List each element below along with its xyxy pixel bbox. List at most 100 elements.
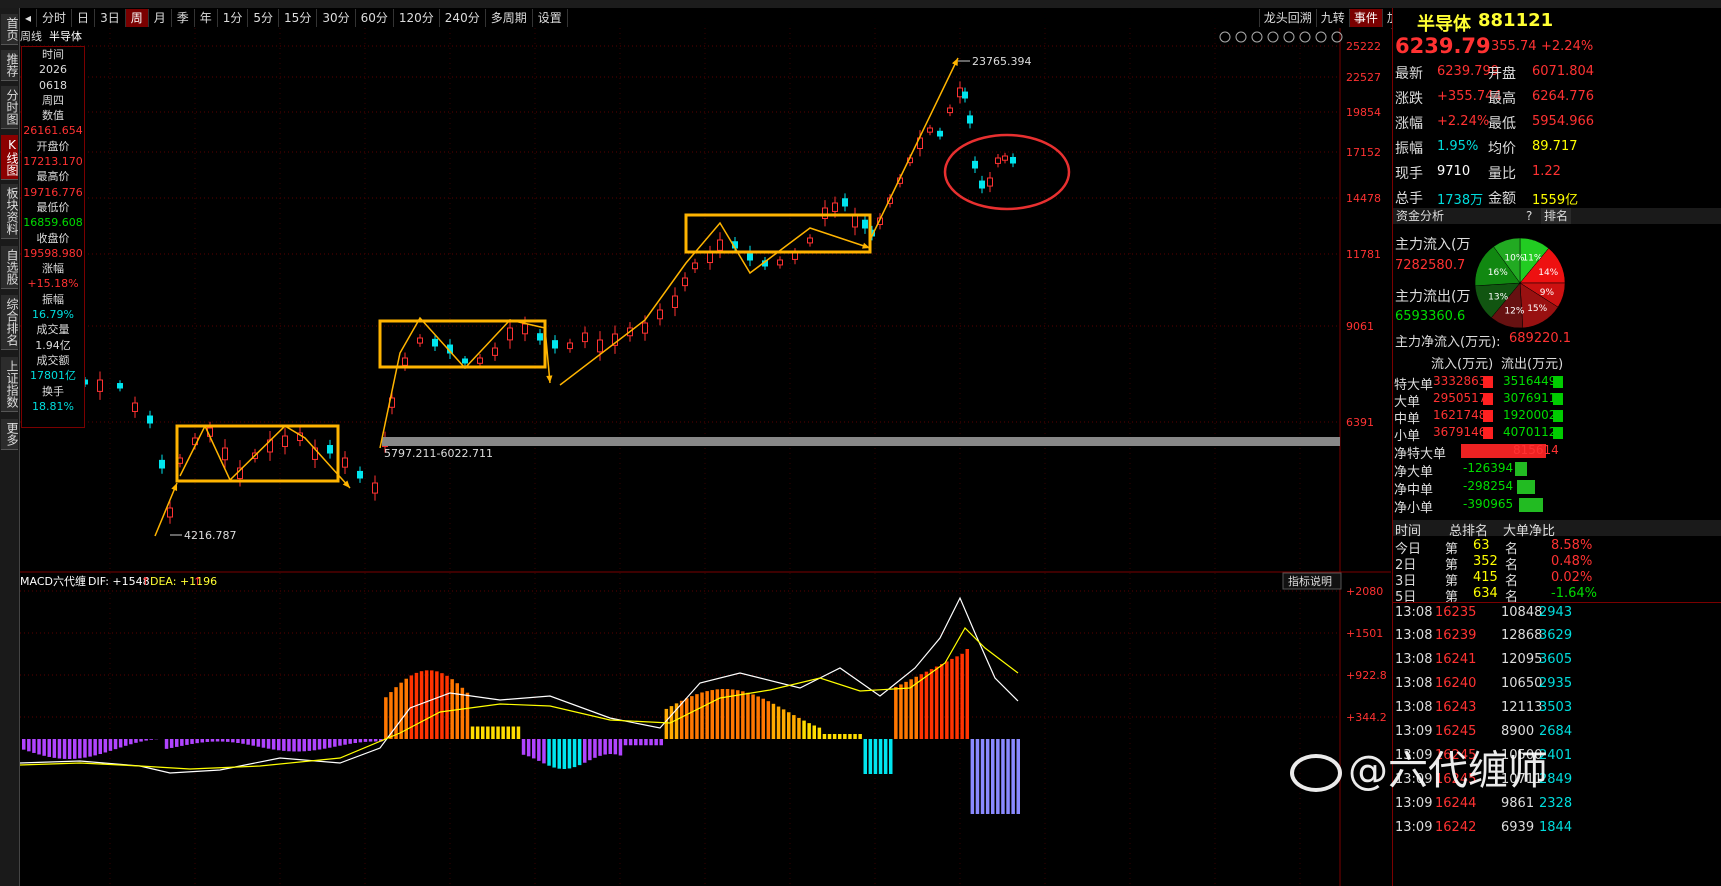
macd-bar	[37, 739, 41, 755]
flow-out-2: 1920002	[1503, 408, 1557, 422]
left-tab-7[interactable]: 上证指数	[1, 357, 19, 412]
tick-right-8: 2328	[1539, 796, 1573, 811]
fund-rank-button[interactable]: 排名	[1541, 208, 1572, 224]
quote-lb-value: 1.22	[1532, 164, 1561, 179]
macd-bar	[567, 739, 572, 769]
macd-bar	[343, 739, 347, 745]
macd-bar	[720, 689, 725, 739]
period-tab-10[interactable]: 30分	[317, 9, 356, 27]
macd-bar	[226, 739, 230, 742]
info-chg: +15.18%	[27, 277, 79, 291]
period-tab-13[interactable]: 240分	[440, 9, 486, 27]
menu-arrow-icon[interactable]: ◂	[20, 9, 38, 27]
macd-bar	[532, 739, 536, 759]
macd-bar	[980, 739, 985, 814]
macd-bar	[572, 739, 577, 768]
candle-body	[979, 180, 985, 189]
left-tab-5[interactable]: 自选股	[1, 246, 19, 289]
macd-bar	[618, 739, 623, 756]
right-tool-2[interactable]: 事件	[1348, 9, 1382, 27]
price-axis-label-0: 25222	[1346, 40, 1381, 53]
right-tool-0[interactable]: 龙头回溯	[1258, 9, 1316, 27]
period-tab-12[interactable]: 120分	[394, 9, 440, 27]
period-tab-7[interactable]: 1分	[218, 9, 249, 27]
period-tab-4[interactable]: 月	[149, 9, 172, 27]
period-tab-1[interactable]: 日	[72, 9, 96, 27]
macd-bar	[1001, 739, 1005, 814]
net-value-1: -126394	[1463, 461, 1514, 475]
macd-bar	[287, 739, 291, 752]
period-tab-11[interactable]: 60分	[356, 9, 394, 27]
candle-body	[117, 383, 123, 389]
period-tab-9[interactable]: 15分	[279, 9, 318, 27]
left-tab-0[interactable]: 首页	[1, 14, 19, 45]
period-tab-15[interactable]: 设置	[533, 9, 568, 27]
macd-bar	[996, 739, 1000, 814]
left-tab-4[interactable]: 板块资料	[1, 184, 19, 239]
period-tab-6[interactable]: 年	[195, 9, 218, 27]
candle-body	[97, 379, 103, 392]
macd-bar	[103, 739, 108, 753]
macd-bar	[200, 739, 204, 743]
macd-axis-label-3: +344.2	[1346, 711, 1387, 724]
candle-body	[957, 87, 963, 98]
left-tab-6[interactable]: 综合排名	[1, 295, 19, 350]
macd-bar	[690, 696, 694, 739]
macd-bar	[175, 739, 179, 747]
left-tab-1[interactable]: 推荐	[1, 50, 19, 81]
main-outflow-value: 6593360.6	[1395, 309, 1466, 324]
main-net-value: 689220.1	[1509, 331, 1572, 346]
tick-price-8: 16244	[1435, 796, 1477, 811]
ranking-ratio-0: 8.58%	[1551, 538, 1593, 553]
period-tab-5[interactable]: 季	[172, 9, 195, 27]
main-outflow-label: 主力流出(万	[1395, 289, 1471, 305]
macd-bar	[710, 690, 714, 739]
left-tab-8[interactable]: 更多	[1, 419, 19, 450]
candle-body	[937, 130, 943, 137]
macd-bar	[521, 739, 526, 755]
period-tab-14[interactable]: 多周期	[486, 9, 533, 27]
main-net-row: 主力净流入(万元): 689220.1	[1393, 331, 1721, 350]
macd-bar	[475, 726, 480, 739]
net-label-0: 净特大单	[1394, 447, 1447, 462]
macd-axis-label-2: +922.8	[1346, 669, 1387, 682]
quote-amp-value: 1.95%	[1437, 139, 1479, 154]
candle-body	[477, 357, 483, 364]
macd-bar	[970, 739, 975, 814]
flow-out-bar-2	[1553, 410, 1563, 422]
macd-bar	[919, 674, 924, 739]
macd-bar	[205, 739, 210, 742]
macd-bar	[894, 686, 898, 739]
ranking-row-1: 2日第 352 名 0.48%	[1393, 554, 1721, 573]
macd-bar	[598, 739, 602, 756]
candle-body	[967, 115, 973, 124]
macd-bar	[231, 739, 235, 743]
macd-bar	[333, 739, 337, 747]
macd-bar	[440, 673, 444, 739]
quote-open-value: 6071.804	[1532, 64, 1595, 79]
right-tool-1[interactable]: 九转	[1315, 9, 1349, 27]
macd-bar	[139, 739, 143, 742]
tick-vol-1: 12868	[1501, 628, 1543, 643]
period-tab-0[interactable]: 分时	[37, 9, 73, 27]
macd-bar	[934, 666, 939, 739]
macd-bar	[649, 739, 653, 746]
kline-chart[interactable]: 25222 22527 19854 17152 14478 11781 9061 6391 +2…	[20, 28, 1391, 886]
left-tab-bar: 首页推荐分时图 K线图板块资料自选股综合排名上证指数更多	[0, 8, 20, 886]
left-tab-3[interactable]: K线图	[1, 135, 19, 180]
period-tab-3[interactable]: 周	[125, 9, 149, 27]
period-tab-8[interactable]: 5分	[248, 9, 280, 27]
info-low-label: 最低价	[36, 200, 70, 214]
price-range-band	[382, 437, 1340, 446]
ranking-row-3: 5日第 634 名 -1.64%	[1393, 586, 1721, 605]
fund-help-button[interactable]: ?	[1526, 208, 1532, 224]
tick-row-9: 13:09 16242 6939 1844	[1393, 818, 1721, 838]
quote-high-label: 最高	[1488, 91, 1516, 107]
macd-bar	[899, 684, 903, 739]
top-menu-strip	[0, 0, 1721, 8]
period-tab-2[interactable]: 3日	[95, 9, 126, 27]
tick-vol-4: 12113	[1501, 700, 1543, 715]
fund-pie-chart: 11%14%9%15%12%13%16%10%	[1474, 237, 1566, 329]
left-tab-2[interactable]: 分时图	[1, 86, 19, 129]
macd-bar	[22, 739, 26, 750]
